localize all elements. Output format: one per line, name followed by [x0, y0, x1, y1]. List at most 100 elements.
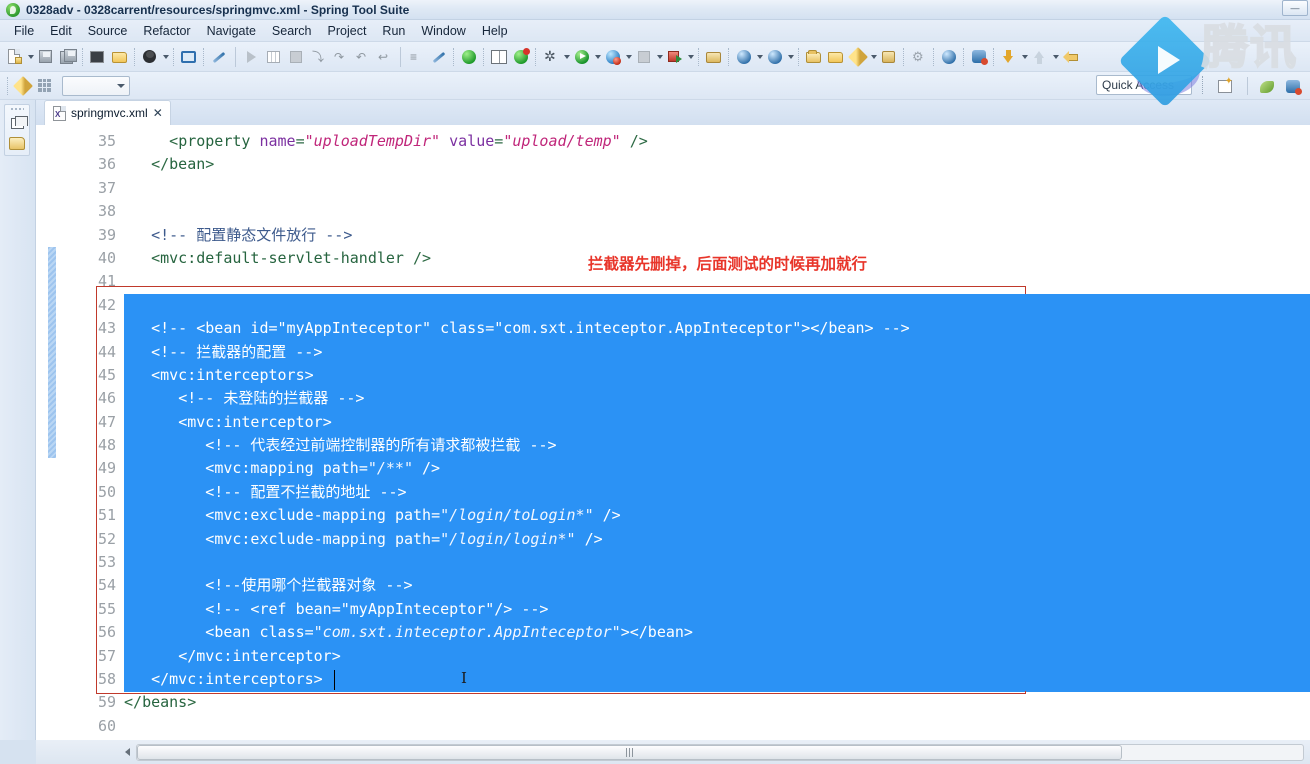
code-line[interactable]: </beans>: [124, 691, 1310, 714]
menu-help[interactable]: Help: [474, 22, 516, 40]
menu-project[interactable]: Project: [320, 22, 375, 40]
open-type-icon[interactable]: [488, 46, 510, 68]
code-line[interactable]: <property name="uploadTempDir" value="up…: [124, 130, 1310, 153]
restore-view-icon[interactable]: [8, 115, 28, 131]
debug-icon[interactable]: ✲: [540, 46, 562, 68]
menu-file[interactable]: File: [6, 22, 42, 40]
save-all-icon[interactable]: [57, 46, 79, 68]
package-icon[interactable]: [878, 46, 900, 68]
code-line[interactable]: <mvc:interceptor>: [124, 410, 1310, 435]
code-line[interactable]: <mvc:exclude-mapping path="/login/toLogi…: [124, 504, 1310, 528]
download-dropdown-arrow-icon[interactable]: [1020, 46, 1029, 68]
validate-dropdown-arrow-icon[interactable]: [686, 46, 695, 68]
package-explorer-icon[interactable]: [8, 135, 26, 151]
code-line[interactable]: <!-- <bean id="myAppInteceptor" class="c…: [124, 317, 1310, 341]
code-line[interactable]: <!-- 拦截器的配置 -->: [124, 340, 1310, 364]
menu-window[interactable]: Window: [413, 22, 473, 40]
tab-springmvc-xml[interactable]: springmvc.xml ✕: [44, 100, 171, 125]
code-line[interactable]: </mvc:interceptor>: [124, 644, 1310, 668]
menu-navigate[interactable]: Navigate: [199, 22, 264, 40]
terminate-icon[interactable]: [285, 46, 307, 68]
back-arrow-icon[interactable]: [1060, 46, 1082, 68]
menu-source[interactable]: Source: [80, 22, 136, 40]
quick-access-input[interactable]: Quick Access: [1096, 75, 1192, 95]
code-line[interactable]: <!-- <ref bean="myAppInteceptor"/> -->: [124, 597, 1310, 622]
code-line[interactable]: </bean>: [124, 153, 1310, 176]
ant-build-icon[interactable]: [703, 46, 725, 68]
drop-to-frame-icon[interactable]: ↩: [373, 46, 395, 68]
code-line[interactable]: <!--使用哪个拦截器对象 -->: [124, 574, 1310, 598]
open-perspective-icon[interactable]: [803, 46, 825, 68]
pencil-edit-icon[interactable]: [12, 75, 34, 97]
scrollbar-thumb[interactable]: [137, 744, 1123, 760]
debug-dropdown-arrow-icon[interactable]: [562, 46, 571, 68]
perspective-combo[interactable]: [62, 75, 130, 96]
new-dropdown-arrow-icon[interactable]: [26, 46, 35, 68]
scroll-left-arrow-icon[interactable]: [120, 744, 134, 760]
grid-view-icon[interactable]: [34, 75, 56, 97]
globe-browser-icon[interactable]: [938, 46, 960, 68]
validate-icon[interactable]: [664, 46, 686, 68]
format-icon[interactable]: ≡: [406, 46, 428, 68]
tab-close-icon[interactable]: ✕: [153, 107, 163, 119]
clean-icon[interactable]: [428, 46, 450, 68]
code-lines[interactable]: <property name="uploadTempDir" value="up…: [124, 126, 1310, 740]
new-icon[interactable]: [4, 46, 26, 68]
minimize-button[interactable]: —: [1282, 0, 1308, 16]
code-line[interactable]: [124, 270, 1310, 293]
sync-dropdown-arrow-icon[interactable]: [786, 46, 795, 68]
export-icon[interactable]: [109, 46, 131, 68]
server-dropdown-arrow-icon[interactable]: [624, 46, 633, 68]
menu-search[interactable]: Search: [264, 22, 320, 40]
step-return-icon[interactable]: ↶: [351, 46, 373, 68]
stop-dropdown-arrow-icon[interactable]: [655, 46, 664, 68]
suspend-icon[interactable]: [263, 46, 285, 68]
search-icon[interactable]: [847, 46, 869, 68]
console-icon[interactable]: [178, 46, 200, 68]
menu-refactor[interactable]: Refactor: [135, 22, 198, 40]
code-line[interactable]: <mvc:mapping path="/**" />: [124, 457, 1310, 481]
horizontal-scrollbar[interactable]: [36, 740, 1310, 764]
code-line[interactable]: [124, 200, 1310, 223]
user-dropdown-arrow-icon[interactable]: [161, 46, 170, 68]
open-resource-icon[interactable]: [825, 46, 847, 68]
code-line[interactable]: <mvc:interceptors>: [124, 363, 1310, 388]
code-editor[interactable]: 35 36 37 38 39 40 41 42 43 44 45 46 47 48 49 50 51 52 53 54…: [36, 126, 1310, 740]
code-line[interactable]: [124, 177, 1310, 200]
scrollbar-track[interactable]: [136, 743, 1304, 761]
spring-perspective-icon[interactable]: [1256, 76, 1278, 98]
stop-icon[interactable]: [633, 46, 655, 68]
code-line[interactable]: <!-- 代表经过前端控制器的所有请求都被拦截 -->: [124, 434, 1310, 458]
search-dropdown-arrow-icon[interactable]: [869, 46, 878, 68]
upload-dropdown-arrow-icon[interactable]: [1051, 46, 1060, 68]
resume-icon[interactable]: [241, 46, 263, 68]
code-line[interactable]: [124, 293, 1310, 318]
run-dropdown-arrow-icon[interactable]: [593, 46, 602, 68]
user-icon[interactable]: [139, 46, 161, 68]
print-icon[interactable]: [87, 46, 109, 68]
spring-boot-icon[interactable]: [458, 46, 480, 68]
download-arrow-icon[interactable]: [998, 46, 1020, 68]
step-over-icon[interactable]: ↷: [329, 46, 351, 68]
upload-arrow-icon[interactable]: [1029, 46, 1051, 68]
external-tools-dropdown-arrow-icon[interactable]: [755, 46, 764, 68]
open-perspective-button[interactable]: [1214, 76, 1236, 98]
spring-icon[interactable]: [510, 46, 532, 68]
code-line[interactable]: <mvc:exclude-mapping path="/login/login*…: [124, 527, 1310, 552]
code-line[interactable]: <mvc:default-servlet-handler />: [124, 247, 1310, 270]
code-line[interactable]: <!-- 配置不拦截的地址 -->: [124, 480, 1310, 505]
run-icon[interactable]: [571, 46, 593, 68]
step-into-icon[interactable]: ⤵: [307, 46, 329, 68]
connection-icon[interactable]: [968, 46, 990, 68]
code-line[interactable]: [124, 715, 1310, 738]
code-line[interactable]: <bean class="com.sxt.inteceptor.AppIntec…: [124, 621, 1310, 645]
code-line[interactable]: </mvc:interceptors>: [124, 667, 1310, 692]
code-line[interactable]: [124, 551, 1310, 575]
sync-icon[interactable]: [764, 46, 786, 68]
pin-icon[interactable]: [208, 46, 230, 68]
external-tools-icon[interactable]: [733, 46, 755, 68]
save-icon[interactable]: [35, 46, 57, 68]
java-perspective-icon[interactable]: [1282, 76, 1304, 98]
code-line[interactable]: <!-- 配置静态文件放行 -->: [124, 224, 1310, 247]
settings-gear-icon[interactable]: ⚙: [908, 46, 930, 68]
